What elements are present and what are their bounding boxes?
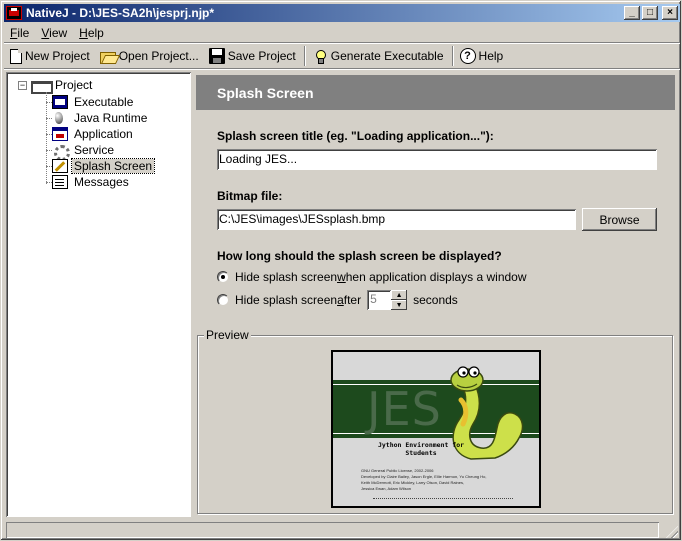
- hide-on-window-accel: w: [337, 270, 346, 284]
- hide-after-text-pre: Hide splash screen: [235, 293, 338, 307]
- save-project-label: Save Project: [227, 49, 296, 63]
- hide-after-text-post: fter: [343, 293, 362, 307]
- splash-credit-line: Jessica Ewan, Adam Wilson: [361, 486, 412, 491]
- open-folder-icon: [99, 48, 116, 64]
- hide-on-window-option[interactable]: Hide splash screen w hen application disp…: [217, 268, 527, 286]
- hide-after-radio[interactable]: [217, 294, 229, 306]
- menu-view-accel: V: [41, 26, 50, 40]
- tree-item-executable[interactable]: Executable: [45, 94, 154, 110]
- new-project-label: New Project: [25, 49, 90, 63]
- tree-item-messages[interactable]: Messages: [45, 174, 154, 190]
- open-project-label: Open Project...: [118, 49, 199, 63]
- resize-grip-icon[interactable]: [666, 526, 678, 538]
- tree-item-label: Messages: [74, 175, 129, 189]
- tree-item-splash-screen[interactable]: Splash Screen: [45, 158, 156, 174]
- splash-title-input[interactable]: Loading JES...: [217, 149, 657, 170]
- menu-help-label: elp: [87, 26, 104, 40]
- window-title: NativeJ - D:\JES-SA2h\jesprj.njp*: [26, 6, 215, 20]
- new-project-button[interactable]: New Project: [4, 45, 96, 67]
- hide-on-window-text-post: hen application displays a window: [345, 270, 527, 284]
- minimize-button[interactable]: _: [624, 6, 640, 20]
- new-document-icon: [10, 48, 22, 64]
- splash-screen-panel: Splash Screen Splash screen title (eg. "…: [196, 72, 675, 517]
- seconds-spin-buttons: ▲ ▼: [391, 290, 408, 310]
- menu-help-accel: H: [79, 26, 88, 40]
- duration-label: How long should the splash screen be dis…: [217, 249, 502, 263]
- tree-item-java-runtime[interactable]: Java Runtime: [45, 110, 154, 126]
- maximize-button[interactable]: □: [642, 6, 658, 20]
- splash-subtitle: Jython Environment for Students: [377, 441, 465, 457]
- hide-on-window-text-pre: Hide splash screen: [235, 270, 338, 284]
- generate-executable-label: Generate Executable: [330, 49, 444, 63]
- splash-credits: GNU General Public License, 2002-2006 De…: [361, 468, 521, 492]
- nativej-window: NativeJ - D:\JES-SA2h\jesprj.njp* _ □ × …: [0, 0, 682, 541]
- tree-root-label: Project: [55, 78, 93, 92]
- close-button[interactable]: ×: [662, 6, 678, 20]
- tree-children: Executable Java Runtime Application Serv…: [45, 94, 156, 190]
- save-project-button[interactable]: Save Project: [205, 45, 302, 67]
- jes-logo: JES: [367, 382, 442, 436]
- preview-group: Preview JES Jython Environment for Stude…: [197, 328, 673, 514]
- tree-item-label: Splash Screen: [70, 158, 156, 174]
- tree-item-application[interactable]: Application: [45, 126, 154, 142]
- generate-executable-button[interactable]: Generate Executable: [308, 45, 450, 67]
- help-icon: ?: [459, 48, 476, 64]
- seconds-stepper[interactable]: 5 ▲ ▼: [367, 290, 408, 310]
- tree-item-label: Application: [74, 127, 133, 141]
- menu-help[interactable]: Help: [73, 26, 110, 40]
- nativej-app-icon[interactable]: [6, 6, 22, 20]
- menu-view-label: iew: [49, 26, 68, 40]
- bitmap-file-input[interactable]: C:\JES\images\JESsplash.bmp: [217, 209, 576, 230]
- spin-down-icon[interactable]: ▼: [391, 300, 408, 310]
- hide-on-window-radio[interactable]: [217, 271, 229, 283]
- menu-file-label: ile: [17, 26, 30, 40]
- spin-up-icon[interactable]: ▲: [391, 290, 408, 300]
- preview-label: Preview: [204, 328, 251, 342]
- help-button[interactable]: ? Help: [456, 45, 510, 67]
- tree-item-service[interactable]: Service: [45, 142, 154, 161]
- status-pane: [6, 522, 659, 538]
- splash-screen-icon: [52, 159, 68, 173]
- title-bar[interactable]: NativeJ - D:\JES-SA2h\jesprj.njp* _ □ ×: [4, 4, 680, 22]
- open-project-button[interactable]: Open Project...: [96, 45, 205, 67]
- hide-after-accel: a: [337, 293, 344, 307]
- tree-item-label: Java Runtime: [74, 111, 148, 125]
- project-tree[interactable]: − Project Executable Java Runtime Applic…: [6, 72, 191, 517]
- floppy-disk-icon: [208, 48, 225, 64]
- project-icon: [31, 78, 53, 94]
- light-bulb-icon: [312, 48, 328, 64]
- collapse-icon[interactable]: −: [18, 80, 27, 90]
- splash-preview-image: JES Jython Environment for Students GNU …: [331, 350, 541, 508]
- service-icon: [52, 143, 70, 161]
- toolbar-separator: [303, 46, 306, 66]
- java-runtime-icon: [52, 111, 68, 125]
- tree-item-label: Service: [74, 143, 115, 157]
- application-icon: [52, 127, 68, 141]
- executable-icon: [52, 95, 68, 109]
- seconds-input[interactable]: 5: [367, 290, 392, 310]
- section-header: Splash Screen: [196, 75, 675, 110]
- bitmap-file-label: Bitmap file:: [217, 189, 283, 203]
- status-bar: [4, 520, 680, 539]
- tree-item-label: Executable: [74, 95, 134, 109]
- toolbar: New Project Open Project... Save Project…: [4, 44, 509, 68]
- messages-icon: [52, 175, 68, 189]
- tree-root-project[interactable]: − Project: [18, 78, 93, 94]
- tree-connector: [46, 92, 47, 184]
- seconds-label: seconds: [413, 293, 458, 307]
- browse-button[interactable]: Browse: [582, 208, 657, 231]
- menu-bar: File View Help: [4, 24, 110, 42]
- help-label: Help: [478, 49, 504, 63]
- toolbar-separator-2: [451, 46, 454, 66]
- splash-footer-line: [373, 498, 513, 500]
- splash-title-label: Splash screen title (eg. "Loading applic…: [217, 129, 494, 143]
- menu-view[interactable]: View: [35, 26, 73, 40]
- menu-file[interactable]: File: [4, 26, 35, 40]
- toolbar-bottom-separator: [4, 68, 680, 70]
- hide-after-option[interactable]: Hide splash screen a fter 5 ▲ ▼ seconds: [217, 289, 458, 311]
